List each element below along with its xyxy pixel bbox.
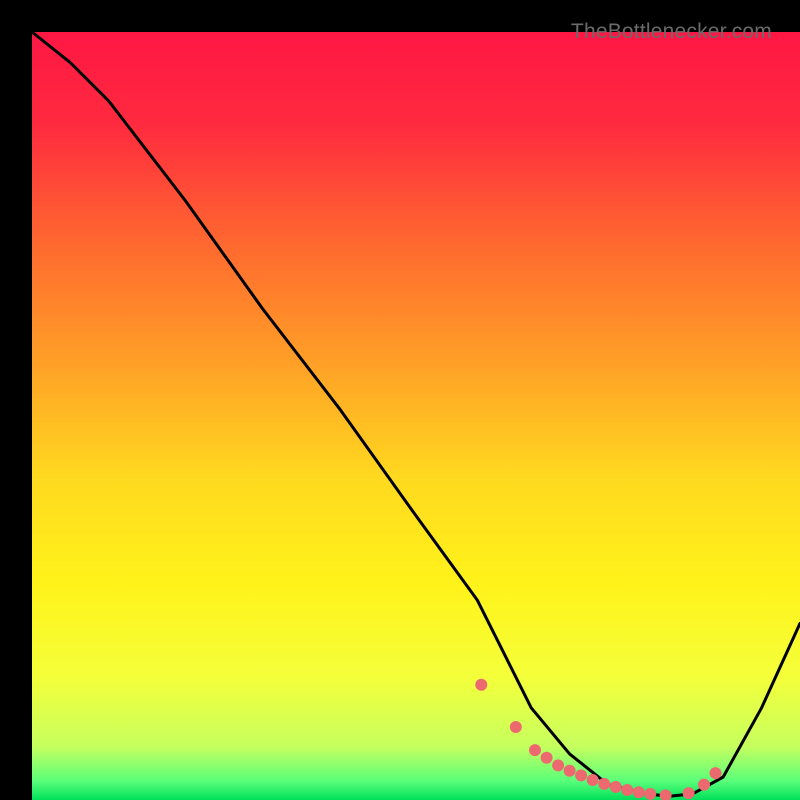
curve-marker — [552, 759, 564, 771]
curve-marker — [683, 787, 695, 799]
curve-marker — [598, 778, 610, 790]
chart-frame: TheBottlenecker.com — [16, 16, 784, 784]
curve-marker — [564, 765, 576, 777]
curve-marker — [644, 788, 656, 800]
curve-marker — [621, 784, 633, 796]
curve-marker — [575, 769, 587, 781]
curve-marker — [698, 779, 710, 791]
curve-marker — [710, 767, 722, 779]
chart-svg — [32, 32, 800, 800]
curve-marker — [587, 774, 599, 786]
watermark-text: TheBottlenecker.com — [571, 20, 772, 44]
curve-marker — [633, 786, 645, 798]
curve-marker — [510, 721, 522, 733]
curve-marker — [475, 679, 487, 691]
chart-background — [32, 32, 800, 800]
curve-marker — [541, 752, 553, 764]
curve-marker — [610, 781, 622, 793]
curve-marker — [529, 744, 541, 756]
